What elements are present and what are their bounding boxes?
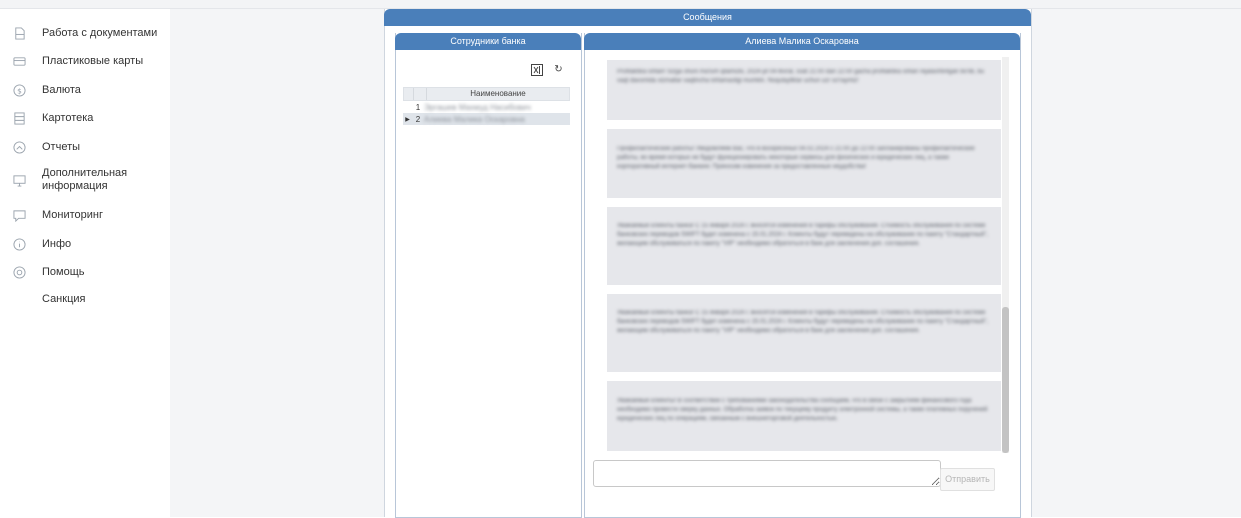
sidebar-item-cabinet[interactable]: Картотека [12,111,93,125]
message-text: Уважаемые клиенты! В соответствии с треб… [617,398,988,422]
sidebar-item-label: Пластиковые карты [42,54,144,67]
excel-export-button[interactable] [530,63,543,76]
sidebar-item-reports[interactable]: Отчеты [12,140,80,154]
scrollbar-thumb[interactable] [1002,307,1009,453]
message-input[interactable] [593,460,941,487]
sidebar: Работа с документами Пластиковые карты $… [0,9,171,517]
card-icon [12,54,26,68]
sidebar-item-label: Работа с документами [42,26,158,39]
refresh-button[interactable]: ↻ [552,63,565,76]
table-row-selected[interactable]: ▶ 2 Алиева Малика Оскаровна [403,113,570,125]
sidebar-item-label: Помощь [42,265,85,278]
message-bubble: Профилактические работы! Уведомляем Вас,… [607,129,1001,198]
message-text: Profilaktika ishlari! Sizga shuni ma'lum… [617,69,985,84]
help-icon [12,265,26,279]
employee-name: Алиева Малика Оскаровна [424,114,525,124]
employee-name: Эргашев Махмуд Насибович [424,102,531,112]
chat-title: Алиева Малика Оскаровна [584,33,1020,50]
message-bubble: Уважаемые клиенты банка! С 15 января 202… [607,294,1001,372]
employees-panel-title: Сотрудники банка [395,33,581,50]
cabinet-icon [12,111,26,125]
sidebar-item-help[interactable]: Помощь [12,265,85,279]
sidebar-item-label: Инфо [42,237,72,250]
table-row[interactable]: 1 Эргашев Махмуд Насибович [403,101,570,113]
monitor-icon [12,173,26,187]
sidebar-item-label: Мониторинг [42,208,104,221]
sidebar-item-documents[interactable]: Работа с документами [12,26,157,40]
sidebar-item-info[interactable]: Инфо [12,237,71,251]
sidebar-item-label: Отчеты [42,140,81,153]
column-header-name[interactable]: Наименование [427,88,569,100]
top-bar [0,0,1241,9]
employees-table: Наименование 1 Эргашев Махмуд Насибович … [403,87,570,125]
chat-icon [12,208,26,222]
row-selected-icon: ▶ [405,116,410,123]
message-bubble: Уважаемые клиенты! В соответствии с треб… [607,381,1001,451]
sidebar-item-additional-info[interactable]: Дополнительная информация [12,167,127,193]
excel-icon [530,63,543,76]
refresh-icon: ↻ [554,64,563,75]
svg-text:$: $ [17,86,22,95]
sidebar-item-monitoring[interactable]: Мониторинг [12,208,103,222]
sidebar-item-sanction[interactable]: Санкция [42,293,85,306]
message-text: Уважаемые клиенты банка! С 15 января 202… [617,223,989,247]
sidebar-item-label: Санкция [42,293,86,305]
sidebar-item-cards[interactable]: Пластиковые карты [12,54,143,68]
document-icon [12,26,26,40]
message-text: Уважаемые клиенты банка! С 15 января 202… [617,310,989,334]
sidebar-item-label: Картотека [42,111,94,124]
messages-panel-title: Сообщения [384,9,1031,26]
sidebar-item-currency[interactable]: $ Валюта [12,83,81,97]
row-number: 1 [415,102,421,112]
message-list[interactable]: Profilaktika ishlari! Sizga shuni ma'lum… [593,57,1009,453]
message-text: Профилактические работы! Уведомляем Вас,… [617,146,975,170]
table-header: Наименование [403,87,570,101]
message-bubble: Profilaktika ishlari! Sizga shuni ma'lum… [607,60,1001,120]
message-scrollbar[interactable] [1002,57,1009,453]
sidebar-item-label: Валюта [42,83,81,96]
row-number: 2 [415,114,421,124]
message-bubble: Уважаемые клиенты банка! С 15 января 202… [607,207,1001,285]
currency-icon: $ [12,83,26,97]
sidebar-item-label: Дополнительная информация [42,167,128,192]
send-button[interactable]: Отправить [940,468,995,491]
report-icon [12,140,26,154]
info-icon [12,237,26,251]
